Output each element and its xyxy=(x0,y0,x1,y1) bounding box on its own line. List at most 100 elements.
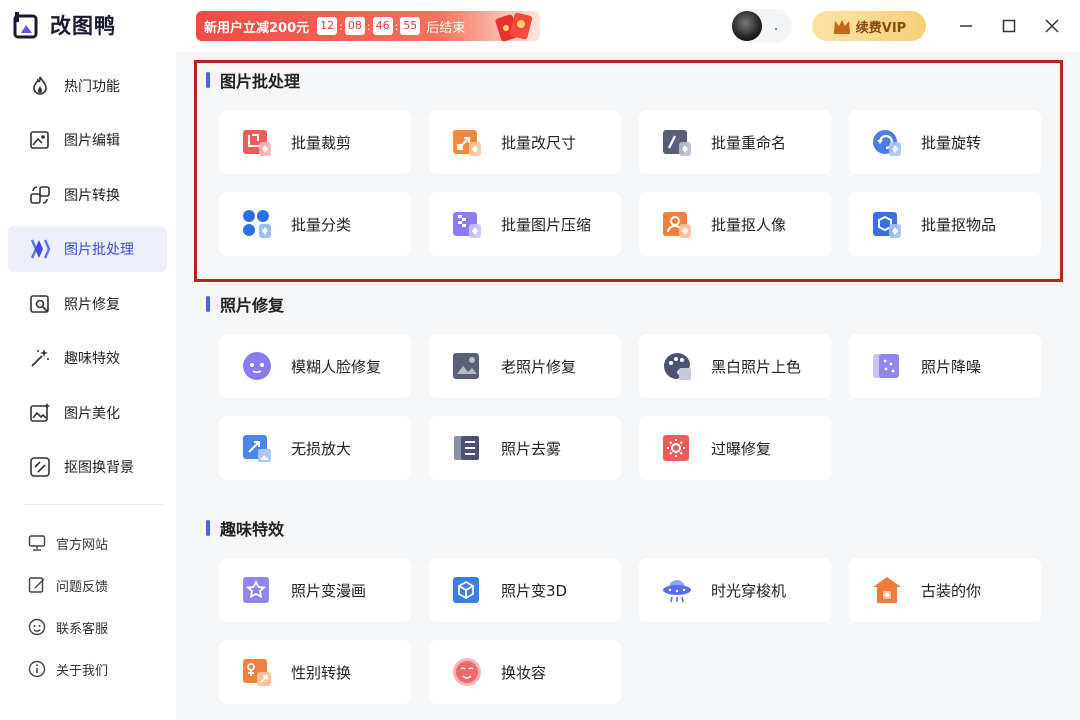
promo-end-text: 后结束 xyxy=(426,20,466,36)
enlarge-icon xyxy=(243,435,271,462)
sidebar-item-label: 图片编辑 xyxy=(64,133,120,149)
support-icon xyxy=(28,618,46,636)
tool-photo-to-3d[interactable]: 照片变3D xyxy=(429,558,621,622)
tool-batch-rename[interactable]: 批量重命名 xyxy=(639,110,831,174)
crown-icon xyxy=(833,20,850,34)
denoise-icon xyxy=(873,354,899,378)
sidebar-divider xyxy=(24,504,164,505)
close-button[interactable] xyxy=(1040,14,1064,38)
convert-icon xyxy=(28,183,52,207)
sidebar-item-image-beautify[interactable]: 图片美化 xyxy=(8,390,167,436)
compress-icon xyxy=(453,212,481,238)
tool-batch-object-cutout[interactable]: 批量抠物品 xyxy=(849,192,1041,256)
overexposure-icon xyxy=(663,435,689,461)
renew-vip-button[interactable]: 续费VIP xyxy=(812,11,926,41)
tool-label: 批量分类 xyxy=(291,215,352,234)
tool-batch-crop[interactable]: 批量裁剪 xyxy=(219,110,411,174)
monitor-icon xyxy=(28,535,46,551)
object-cutout-icon xyxy=(873,212,901,238)
tool-label: 古装的你 xyxy=(921,581,982,600)
sidebar-item-image-convert[interactable]: 图片转换 xyxy=(8,172,167,218)
footer-item-label: 关于我们 xyxy=(56,663,109,679)
tool-makeup-swap[interactable]: 换妆容 xyxy=(429,640,621,704)
magic-wand-icon xyxy=(28,346,52,370)
tool-batch-portrait-cutout[interactable]: 批量抠人像 xyxy=(639,192,831,256)
tool-label: 照片变漫画 xyxy=(291,581,367,600)
tool-ancient-costume[interactable]: 古装的你 xyxy=(849,558,1041,622)
image-beautify-icon xyxy=(28,401,52,425)
user-profile[interactable]: . xyxy=(730,9,793,43)
crop-icon xyxy=(243,130,271,156)
footer-item-label: 联系客服 xyxy=(56,621,109,637)
makeup-icon xyxy=(453,658,481,686)
rotate-icon xyxy=(873,130,901,156)
tool-lossless-enlarge[interactable]: 无损放大 xyxy=(219,416,411,480)
resize-icon xyxy=(453,130,481,156)
gender-swap-icon xyxy=(243,659,271,686)
avatar xyxy=(732,11,762,41)
title-bar: 改图鸭 新用户立减200元 12: 08: 46: 55 后结束 . 续费VIP xyxy=(0,0,1080,52)
tool-dehaze[interactable]: 照片去雾 xyxy=(429,416,621,480)
tool-label: 模糊人脸修复 xyxy=(291,357,382,376)
rename-icon xyxy=(663,130,691,156)
maximize-button[interactable] xyxy=(997,14,1021,38)
section-title-text: 照片修复 xyxy=(220,296,285,315)
tool-batch-classify[interactable]: 批量分类 xyxy=(219,192,411,256)
sidebar-item-hot-features[interactable]: 热门功能 xyxy=(8,63,167,109)
tool-batch-rotate[interactable]: 批量旋转 xyxy=(849,110,1041,174)
timer-minutes: 08 xyxy=(344,17,365,35)
tool-colorize-bw[interactable]: 黑白照片上色 xyxy=(639,334,831,398)
app-logo: 改图鸭 xyxy=(12,10,116,40)
tool-label: 时光穿梭机 xyxy=(711,581,787,600)
sidebar-item-label: 趣味特效 xyxy=(64,351,120,367)
comic-icon xyxy=(243,577,269,603)
sidebar-item-photo-repair[interactable]: 照片修复 xyxy=(8,281,167,327)
sidebar-item-label: 图片批处理 xyxy=(64,242,134,258)
official-website-link[interactable]: 官方网站 xyxy=(28,531,108,555)
tool-face-repair[interactable]: 模糊人脸修复 xyxy=(219,334,411,398)
about-us-link[interactable]: 关于我们 xyxy=(28,657,108,681)
tool-time-machine[interactable]: 时光穿梭机 xyxy=(639,558,831,622)
portrait-cutout-icon xyxy=(663,212,691,238)
time-machine-icon xyxy=(663,580,691,603)
tool-batch-resize[interactable]: 批量改尺寸 xyxy=(429,110,621,174)
red-packet-icon xyxy=(495,12,532,42)
footer-item-label: 官方网站 xyxy=(56,537,109,553)
ancient-costume-icon xyxy=(873,577,901,603)
sidebar-item-fun-effects[interactable]: 趣味特效 xyxy=(8,335,167,381)
vip-label: 续费VIP xyxy=(855,20,907,36)
footer-item-label: 问题反馈 xyxy=(56,579,109,595)
sidebar-item-image-edit[interactable]: 图片编辑 xyxy=(8,117,167,163)
tool-label: 无损放大 xyxy=(291,439,352,458)
sidebar-item-label: 图片美化 xyxy=(64,406,120,422)
minimize-button[interactable] xyxy=(954,14,978,38)
sidebar-item-label: 抠图换背景 xyxy=(64,460,134,476)
close-icon xyxy=(1045,19,1059,33)
contact-support-link[interactable]: 联系客服 xyxy=(28,615,108,639)
sidebar-item-label: 图片转换 xyxy=(64,188,120,204)
tool-photo-to-comic[interactable]: 照片变漫画 xyxy=(219,558,411,622)
cube-3d-icon xyxy=(453,577,479,603)
promo-banner[interactable]: 新用户立减200元 12: 08: 46: 55 后结束 xyxy=(196,11,540,42)
tool-label: 性别转换 xyxy=(291,663,352,682)
dehaze-icon xyxy=(454,436,479,460)
feedback-link[interactable]: 问题反馈 xyxy=(28,573,108,597)
tool-overexposure-repair[interactable]: 过曝修复 xyxy=(639,416,831,480)
tool-batch-compress[interactable]: 批量图片压缩 xyxy=(429,192,621,256)
tool-label: 批量旋转 xyxy=(921,133,982,152)
tool-label: 黑白照片上色 xyxy=(711,357,802,376)
section-title-batch: 图片批处理 xyxy=(206,69,300,91)
section-title-fun-effects: 趣味特效 xyxy=(206,517,284,539)
sidebar-item-batch-process[interactable]: 图片批处理 xyxy=(8,226,167,272)
face-repair-icon xyxy=(243,352,271,380)
tool-denoise[interactable]: 照片降噪 xyxy=(849,334,1041,398)
tool-label: 过曝修复 xyxy=(711,439,772,458)
minimize-icon xyxy=(960,25,972,27)
user-name: . xyxy=(774,18,779,34)
tool-gender-swap[interactable]: 性别转换 xyxy=(219,640,411,704)
timer-hours: 12 xyxy=(317,17,338,35)
tool-old-photo-repair[interactable]: 老照片修复 xyxy=(429,334,621,398)
countdown-timer: 12: 08: 46: 55 xyxy=(317,17,421,35)
sidebar-item-cutout-background[interactable]: 抠图换背景 xyxy=(8,444,167,490)
tool-label: 老照片修复 xyxy=(501,357,577,376)
